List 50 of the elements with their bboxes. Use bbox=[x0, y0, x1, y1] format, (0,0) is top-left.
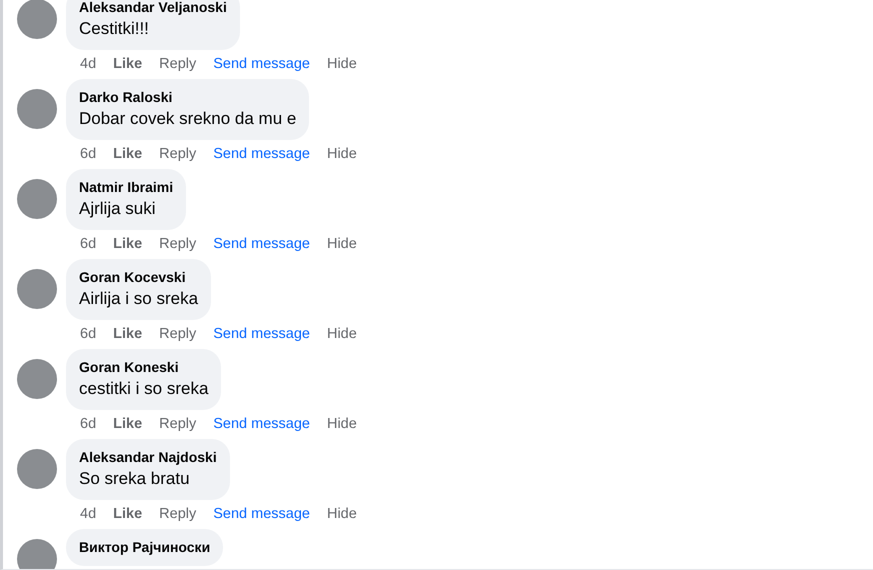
like-button[interactable]: Like bbox=[113, 324, 142, 344]
send-message-link[interactable]: Send message bbox=[213, 504, 310, 524]
comment-text: Dobar covek srekno da mu e bbox=[79, 108, 296, 130]
comment-text: So sreka bratu bbox=[79, 468, 191, 490]
reply-button[interactable]: Reply bbox=[159, 324, 196, 344]
like-button[interactable]: Like bbox=[113, 504, 142, 524]
comment-author[interactable]: Aleksandar Najdoski bbox=[79, 447, 217, 467]
comment-time[interactable]: 6d bbox=[80, 234, 96, 254]
send-message-link[interactable]: Send message bbox=[213, 144, 310, 164]
reply-button[interactable]: Reply bbox=[159, 414, 196, 434]
avatar-placeholder[interactable] bbox=[17, 449, 57, 489]
reply-button[interactable]: Reply bbox=[159, 54, 196, 74]
reply-button[interactable]: Reply bbox=[159, 234, 196, 254]
comment-text: Cestitki!!! bbox=[79, 18, 150, 40]
comment-author[interactable]: Goran Kocevski bbox=[79, 267, 198, 287]
like-button[interactable]: Like bbox=[113, 144, 142, 164]
send-message-link[interactable]: Send message bbox=[213, 414, 310, 434]
avatar-placeholder[interactable] bbox=[17, 0, 57, 39]
send-message-link[interactable]: Send message bbox=[213, 234, 310, 254]
avatar-placeholder[interactable] bbox=[17, 179, 57, 219]
hide-button[interactable]: Hide bbox=[326, 234, 357, 254]
comment-author[interactable]: Виктор Рајчиноски bbox=[79, 537, 210, 557]
comment-time[interactable]: 4d bbox=[80, 54, 96, 74]
hide-button[interactable]: Hide bbox=[326, 144, 357, 164]
hide-button[interactable]: Hide bbox=[326, 504, 357, 524]
comment-time[interactable]: 6d bbox=[80, 144, 96, 164]
comment-text: cestitki i so sreka bbox=[79, 378, 208, 400]
reply-button[interactable]: Reply bbox=[159, 504, 196, 524]
avatar-placeholder[interactable] bbox=[17, 269, 57, 309]
hide-button[interactable]: Hide bbox=[326, 324, 357, 344]
avatar-placeholder[interactable] bbox=[17, 539, 57, 569]
comment-author[interactable]: Goran Koneski bbox=[79, 357, 208, 377]
avatar-placeholder[interactable] bbox=[17, 89, 57, 129]
comment-author[interactable]: Natmir Ibraimi bbox=[79, 177, 174, 197]
reply-button[interactable]: Reply bbox=[159, 144, 196, 164]
like-button[interactable]: Like bbox=[113, 414, 142, 434]
comment-author[interactable]: Aleksandar Veljanoski bbox=[79, 0, 227, 17]
comment-time[interactable]: 4d bbox=[80, 504, 96, 524]
comment-time[interactable]: 6d bbox=[80, 324, 96, 344]
avatar-placeholder[interactable] bbox=[17, 359, 57, 399]
send-message-link[interactable]: Send message bbox=[213, 54, 310, 74]
comment-author[interactable]: Darko Raloski bbox=[79, 87, 296, 107]
comment-time[interactable]: 6d bbox=[80, 414, 96, 434]
like-button[interactable]: Like bbox=[113, 234, 142, 254]
like-button[interactable]: Like bbox=[113, 54, 142, 74]
hide-button[interactable]: Hide bbox=[326, 414, 357, 434]
send-message-link[interactable]: Send message bbox=[213, 324, 310, 344]
hide-button[interactable]: Hide bbox=[326, 54, 357, 74]
comment-text: Ajrlija suki bbox=[79, 198, 157, 220]
comment-text: Airlija i so sreka bbox=[79, 288, 198, 310]
